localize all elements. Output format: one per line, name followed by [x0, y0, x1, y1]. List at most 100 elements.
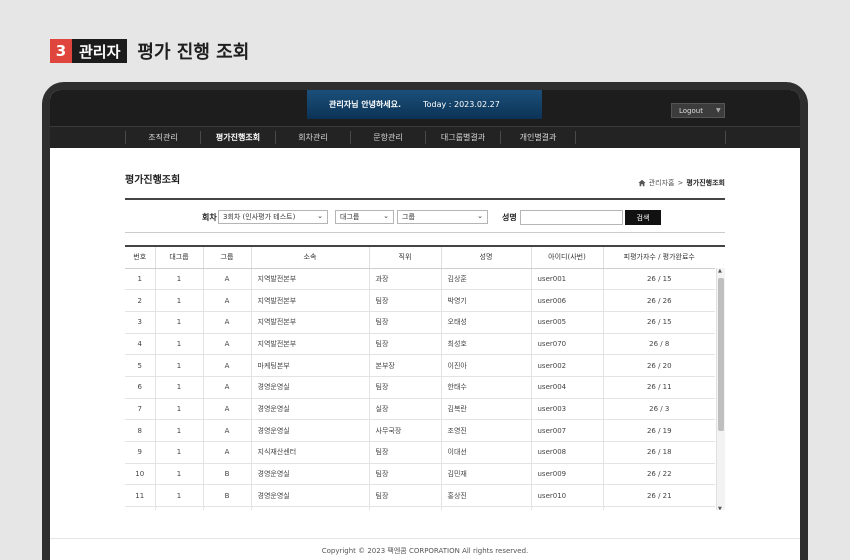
- table-row[interactable]: 5 1 A 마케팅본부 본부장 이진아 user002 26 / 20: [125, 354, 715, 377]
- nav-item-group-result[interactable]: 대그룹별결과: [426, 127, 500, 148]
- table-cell: 팀장: [369, 463, 442, 486]
- round-select-value: 3회차 (인사평가 테스트): [223, 213, 296, 221]
- table-cell: B: [203, 463, 252, 486]
- nav-item-question[interactable]: 문항관리: [351, 127, 425, 148]
- scroll-up-icon[interactable]: ▲: [718, 268, 722, 274]
- column-header: 번호: [125, 247, 156, 269]
- table-cell: 7: [125, 398, 156, 421]
- chevron-down-icon: ⌄: [477, 212, 483, 220]
- table-cell: 사무국장: [369, 419, 442, 442]
- logout-label: Logout: [679, 106, 703, 115]
- chevron-down-icon: ⌄: [383, 212, 389, 220]
- table-cell: A: [203, 333, 252, 356]
- table-cell: B: [203, 484, 252, 508]
- table-cell: 26 / 20: [603, 354, 715, 377]
- table-row[interactable]: 4 1 A 지역발전본부 팀장 최성호 user070 26 / 8: [125, 333, 715, 356]
- table-cell: [369, 506, 442, 510]
- table-cell: 지역발전본부: [251, 333, 370, 356]
- group-select-value: 그룹: [402, 213, 415, 221]
- table-cell: 26 / 21: [603, 484, 715, 508]
- column-header: 소속: [251, 247, 370, 269]
- table-cell: A: [203, 376, 252, 399]
- table-cell: 지역발전본부: [251, 289, 370, 312]
- footer-copyright: Copyright © 2023 팩엔콤 CORPORATION All rig…: [50, 538, 800, 560]
- table-cell: A: [203, 311, 252, 334]
- table-cell: 최성호: [441, 333, 532, 356]
- table-cell: 8: [125, 419, 156, 442]
- table-row[interactable]: 121B: [125, 506, 715, 510]
- table-cell: 경영운영실: [251, 376, 370, 399]
- table-cell: 실장: [369, 398, 442, 421]
- table-row[interactable]: 9 1 A 지식재산센터 팀장 이대선 user008 26 / 18: [125, 441, 715, 464]
- name-input[interactable]: [520, 210, 623, 225]
- main-nav: 조직관리 평가진행조회 회차관리 문항관리 대그룹별결과 개인별결과: [50, 126, 800, 148]
- table-cell: user004: [531, 376, 604, 399]
- table-cell: A: [203, 398, 252, 421]
- table-cell: 경영운영실: [251, 398, 370, 421]
- table-cell: [531, 506, 604, 510]
- table-cell: user009: [531, 463, 604, 486]
- table-cell: 경영운영실: [251, 419, 370, 442]
- table-row[interactable]: 2 1 A 지역발전본부 팀장 박영기 user006 26 / 26: [125, 289, 715, 312]
- table-cell: 9: [125, 441, 156, 464]
- app-screen: 관리자님 안녕하세요. Today : 2023.02.27 Logout ▼ …: [50, 90, 800, 560]
- welcome-banner: 관리자님 안녕하세요. Today : 2023.02.27: [307, 90, 542, 119]
- table-cell: 26 / 3: [603, 398, 715, 421]
- table-cell: user005: [531, 311, 604, 334]
- table-cell: 1: [155, 354, 204, 377]
- table-cell: A: [203, 268, 252, 291]
- table-row[interactable]: 6 1 A 경영운영실 팀장 한태수 user004 26 / 11: [125, 376, 715, 399]
- table-cell: 1: [155, 419, 204, 442]
- table-cell: 5: [125, 354, 156, 377]
- table-cell: user006: [531, 289, 604, 312]
- table-cell: 10: [125, 463, 156, 486]
- breadcrumb-home[interactable]: 관리자홈: [649, 178, 675, 188]
- group-select[interactable]: 그룹 ⌄: [397, 210, 488, 224]
- table-cell: 26 / 26: [603, 289, 715, 312]
- table-cell: 1: [155, 441, 204, 464]
- nav-divider: [725, 131, 726, 144]
- table-row[interactable]: 7 1 A 경영운영실 실장 김복란 user003 26 / 3: [125, 398, 715, 421]
- section-caption: 3 관리자 평가 진행 조회: [50, 39, 249, 63]
- table-cell: 팀장: [369, 289, 442, 312]
- nav-item-org[interactable]: 조직관리: [126, 127, 200, 148]
- column-header: 직위: [369, 247, 442, 269]
- scroll-down-icon[interactable]: ▼: [718, 506, 722, 510]
- table-cell: 팀장: [369, 441, 442, 464]
- table-cell: [251, 506, 370, 510]
- table-cell: 26 / 22: [603, 463, 715, 486]
- table-cell: 홍상진: [441, 484, 532, 508]
- table-row[interactable]: 8 1 A 경영운영실 사무국장 조영진 user007 26 / 19: [125, 419, 715, 442]
- table-cell: user001: [531, 268, 604, 291]
- logout-button[interactable]: Logout ▼: [671, 103, 725, 118]
- breadcrumb-separator: >: [677, 179, 684, 187]
- table-cell: user002: [531, 354, 604, 377]
- table-cell: 본부장: [369, 354, 442, 377]
- table-cell: 팀장: [369, 484, 442, 508]
- table-row[interactable]: 10 1 B 경영운영실 팀장 김민재 user009 26 / 22: [125, 463, 715, 486]
- table-cell: 팀장: [369, 376, 442, 399]
- table-row[interactable]: 11 1 B 경영운영실 팀장 홍상진 user010 26 / 21: [125, 484, 715, 508]
- nav-item-round[interactable]: 회차관리: [276, 127, 350, 148]
- major-group-select[interactable]: 대그룹 ⌄: [335, 210, 394, 224]
- table-cell: 26 / 15: [603, 311, 715, 334]
- round-select[interactable]: 3회차 (인사평가 테스트) ⌄: [218, 210, 328, 224]
- table-cell: 팀장: [369, 311, 442, 334]
- table-cell: 12: [125, 506, 156, 510]
- table-cell: 1: [155, 463, 204, 486]
- nav-item-personal-result[interactable]: 개인별결과: [501, 127, 575, 148]
- table-cell: 과장: [369, 268, 442, 291]
- table-cell: 1: [155, 268, 204, 291]
- nav-item-progress[interactable]: 평가진행조회: [201, 127, 275, 148]
- table-cell: user070: [531, 333, 604, 356]
- scrollbar-thumb[interactable]: [718, 278, 724, 431]
- table-row[interactable]: 1 1 A 지역발전본부 과장 김상훈 user001 26 / 15: [125, 268, 715, 291]
- table-scrollbar[interactable]: ▲ ▼: [716, 268, 725, 510]
- search-panel: 회차 3회차 (인사평가 테스트) ⌄ 대그룹 ⌄ 그룹 ⌄ 성명 검색: [125, 198, 725, 233]
- breadcrumb-current: 평가진행조회: [686, 179, 725, 187]
- table-cell: 1: [155, 484, 204, 508]
- table-cell: 박영기: [441, 289, 532, 312]
- table-row[interactable]: 3 1 A 지역발전본부 팀장 오태성 user005 26 / 15: [125, 311, 715, 334]
- search-button[interactable]: 검색: [625, 210, 661, 225]
- caret-down-icon: ▼: [715, 107, 721, 114]
